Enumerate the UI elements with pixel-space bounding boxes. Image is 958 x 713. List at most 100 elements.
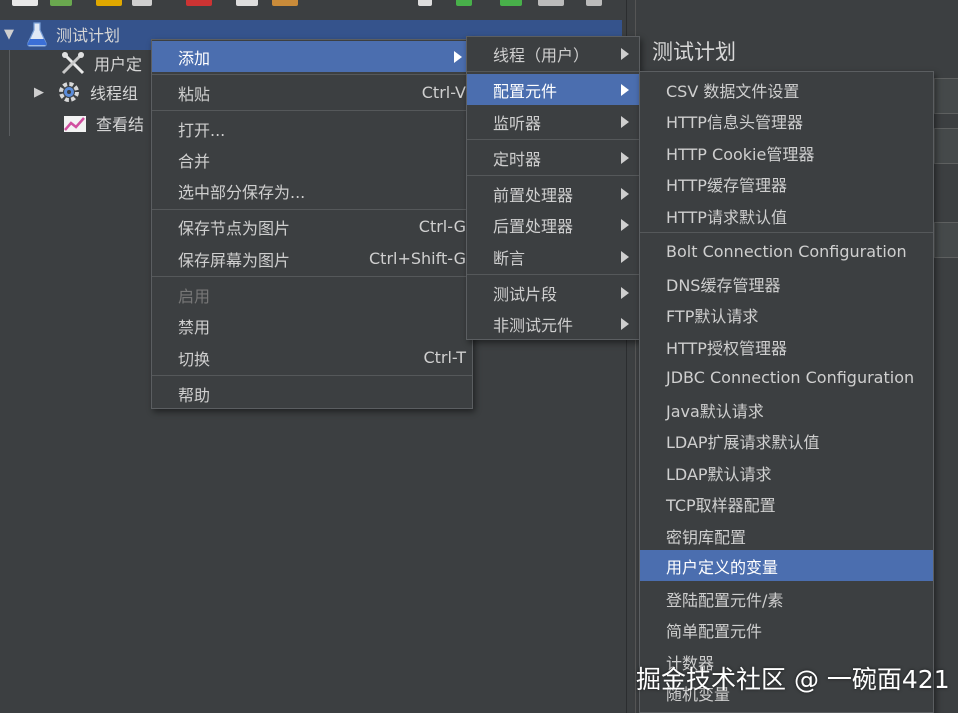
menu-item-label: 启用	[178, 286, 211, 306]
menu-item-save-screen-as-image[interactable]: 保存屏幕为图片 Ctrl+Shift-G	[152, 243, 472, 274]
menu-item-listener[interactable]: 监听器	[467, 106, 639, 137]
menu-item-ftp-request-defaults[interactable]: FTP默认请求	[640, 299, 933, 330]
tree-node-test-plan[interactable]: ▼ 测试计划	[0, 20, 120, 48]
menu-item-http-cookie-manager[interactable]: HTTP Cookie管理器	[640, 137, 933, 168]
menu-separator	[640, 232, 933, 233]
menu-item-label: JDBC Connection Configuration	[666, 368, 915, 387]
tools-icon	[60, 50, 86, 76]
menu-item-http-header-manager[interactable]: HTTP信息头管理器	[640, 105, 933, 136]
menu-item-simple-config[interactable]: 简单配置元件	[640, 614, 933, 645]
menu-item-test-fragment[interactable]: 测试片段	[467, 277, 639, 308]
menu-item-save-selection-as[interactable]: 选中部分保存为...	[152, 175, 472, 206]
menu-item-label: TCP取样器配置	[666, 495, 776, 515]
menu-item-shortcut: Ctrl-V	[421, 83, 466, 102]
menu-item-ldap-request-defaults[interactable]: LDAP默认请求	[640, 457, 933, 488]
menu-item-label: 配置元件	[493, 81, 558, 101]
chevron-right-icon[interactable]: ▶	[34, 85, 44, 100]
cut-icon[interactable]	[186, 0, 212, 6]
menu-item-paste[interactable]: 粘贴 Ctrl-V	[152, 77, 472, 108]
page-title: 测试计划	[652, 40, 736, 64]
start-no-pause-icon[interactable]	[500, 0, 522, 6]
copy-icon[interactable]	[236, 0, 258, 6]
menu-item-pre-processor[interactable]: 前置处理器	[467, 178, 639, 209]
menu-separator	[152, 375, 472, 376]
submenu-arrow-icon	[621, 47, 629, 60]
comments-field[interactable]	[934, 128, 958, 164]
menu-item-csv-data-set[interactable]: CSV 数据文件设置	[640, 74, 933, 105]
menu-item-save-node-as-image[interactable]: 保存节点为图片 Ctrl-G	[152, 211, 472, 242]
tree-node-thread-group[interactable]: ▶ 线程组	[34, 78, 138, 106]
menu-separator	[467, 175, 639, 176]
menu-item-http-request-defaults[interactable]: HTTP请求默认值	[640, 200, 933, 231]
menu-item-label: HTTP授权管理器	[666, 338, 787, 358]
menu-item-assertion[interactable]: 断言	[467, 241, 639, 272]
menu-item-shortcut: Ctrl+Shift-G	[369, 249, 466, 268]
menu-item-dns-cache-manager[interactable]: DNS缓存管理器	[640, 268, 933, 299]
paste-icon[interactable]	[272, 0, 298, 6]
menu-item-help[interactable]: 帮助	[152, 378, 472, 409]
submenu-arrow-icon	[621, 83, 629, 96]
menu-item-add[interactable]: 添加	[152, 41, 472, 72]
menu-item-label: Bolt Connection Configuration	[666, 242, 907, 261]
menu-separator	[467, 139, 639, 140]
menu-separator	[152, 110, 472, 111]
menu-item-tcp-sampler-config[interactable]: TCP取样器配置	[640, 488, 933, 519]
menu-item-open[interactable]: 打开...	[152, 113, 472, 144]
submenu-arrow-icon	[621, 317, 629, 330]
menu-item-login-config[interactable]: 登陆配置元件/素	[640, 583, 933, 614]
menu-item-enable: 启用	[152, 279, 472, 310]
menu-item-label: 线程（用户）	[493, 45, 590, 65]
menu-item-disable[interactable]: 禁用	[152, 310, 472, 341]
chevron-down-icon[interactable]: ▼	[4, 27, 14, 42]
menu-item-label: CSV 数据文件设置	[666, 81, 800, 101]
submenu-arrow-icon	[621, 115, 629, 128]
menu-item-jdbc-connection[interactable]: JDBC Connection Configuration	[640, 362, 933, 393]
menu-item-user-defined-variables[interactable]: 用户定义的变量	[640, 550, 933, 581]
menu-item-label: 添加	[178, 48, 211, 68]
templates-icon[interactable]	[50, 0, 72, 6]
start-icon[interactable]	[456, 0, 472, 6]
tree-node-label: 线程组	[90, 84, 139, 103]
gear-icon	[56, 79, 82, 105]
menu-separator	[152, 209, 472, 210]
save-icon[interactable]	[132, 0, 152, 6]
menu-item-label: 密钥库配置	[666, 527, 747, 547]
tree-node-user-variables[interactable]: 用户定	[60, 49, 142, 77]
menu-item-ldap-extended-defaults[interactable]: LDAP扩展请求默认值	[640, 425, 933, 456]
tree-node-label: 查看结	[96, 115, 145, 134]
menu-item-keystore-config[interactable]: 密钥库配置	[640, 520, 933, 551]
menu-item-label: 禁用	[178, 317, 211, 337]
watermark: 掘金技术社区 @ 一碗面421	[636, 665, 950, 694]
submenu-arrow-icon	[621, 250, 629, 263]
menu-item-label: 保存屏幕为图片	[178, 250, 291, 270]
menu-item-bolt-connection[interactable]: Bolt Connection Configuration	[640, 236, 933, 267]
menu-item-config-element[interactable]: 配置元件	[467, 74, 639, 105]
flask-icon	[26, 21, 48, 47]
menu-item-label: 非测试元件	[493, 315, 574, 335]
shutdown-icon[interactable]	[586, 0, 602, 6]
menu-item-label: 打开...	[178, 120, 226, 140]
menu-item-threads[interactable]: 线程（用户）	[467, 38, 639, 69]
menu-item-post-processor[interactable]: 后置处理器	[467, 209, 639, 240]
menu-item-label: 保存节点为图片	[178, 218, 291, 238]
new-icon[interactable]	[12, 0, 38, 6]
submenu-arrow-icon	[621, 151, 629, 164]
submenu-arrow-icon	[621, 187, 629, 200]
menu-item-http-cache-manager[interactable]: HTTP缓存管理器	[640, 168, 933, 199]
menu-item-label: 监听器	[493, 113, 542, 133]
menu-item-label: HTTP Cookie管理器	[666, 144, 815, 164]
expand-icon[interactable]	[418, 0, 432, 6]
config-element-submenu: CSV 数据文件设置 HTTP信息头管理器 HTTP Cookie管理器 HTT…	[639, 71, 934, 713]
tree-guide-line	[9, 50, 10, 136]
menu-item-merge[interactable]: 合并	[152, 144, 472, 175]
menu-item-timer[interactable]: 定时器	[467, 142, 639, 173]
variables-table-header	[934, 222, 958, 258]
open-icon[interactable]	[96, 0, 122, 6]
menu-item-http-auth-manager[interactable]: HTTP授权管理器	[640, 331, 933, 362]
tree-node-results-listener[interactable]: 查看结	[62, 109, 144, 137]
stop-icon[interactable]	[538, 0, 564, 6]
menu-item-java-request-defaults[interactable]: Java默认请求	[640, 394, 933, 425]
menu-item-non-test-element[interactable]: 非测试元件	[467, 308, 639, 339]
menu-item-toggle[interactable]: 切换 Ctrl-T	[152, 342, 472, 373]
name-field[interactable]	[934, 78, 958, 114]
